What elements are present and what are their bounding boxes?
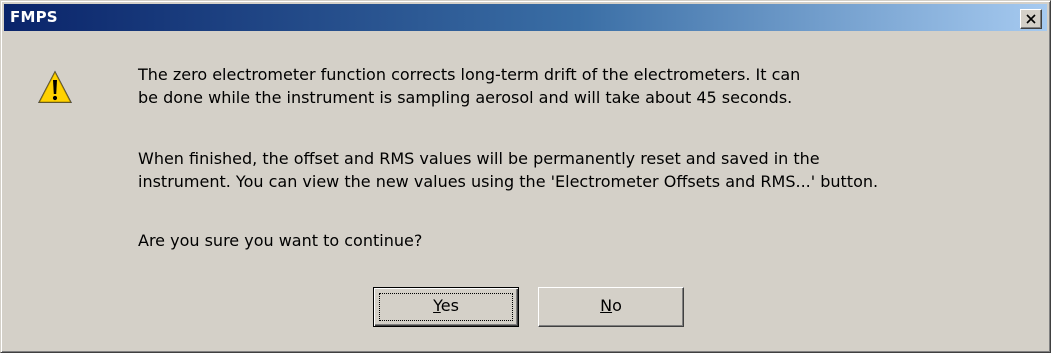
message-dialog: FMPS The zero electrometer function corr…: [0, 0, 1051, 353]
message-line: The zero electrometer function corrects …: [138, 65, 801, 84]
yes-button[interactable]: Yes: [373, 287, 519, 327]
question-line: Are you sure you want to continue?: [138, 231, 423, 250]
close-button[interactable]: [1020, 9, 1042, 29]
message-line: be done while the instrument is sampling…: [138, 88, 793, 107]
close-icon: [1026, 14, 1036, 24]
message-line: When finished, the offset and RMS values…: [138, 149, 820, 168]
message-question: Are you sure you want to continue?: [138, 229, 422, 252]
yes-label-rest: es: [440, 296, 459, 315]
warning-icon: [38, 70, 72, 103]
yes-button-label: Yes: [433, 296, 459, 315]
message-paragraph-2: When finished, the offset and RMS values…: [138, 147, 878, 193]
no-label-rest: o: [612, 296, 622, 315]
yes-mnemonic: Y: [433, 296, 441, 315]
no-mnemonic: N: [600, 296, 613, 315]
message-line: instrument. You can view the new values …: [138, 172, 879, 191]
no-button-label: No: [600, 296, 622, 315]
title-bar[interactable]: FMPS: [4, 4, 1047, 31]
message-paragraph-1: The zero electrometer function corrects …: [138, 63, 800, 109]
no-button[interactable]: No: [538, 287, 684, 327]
window-title: FMPS: [10, 8, 58, 26]
